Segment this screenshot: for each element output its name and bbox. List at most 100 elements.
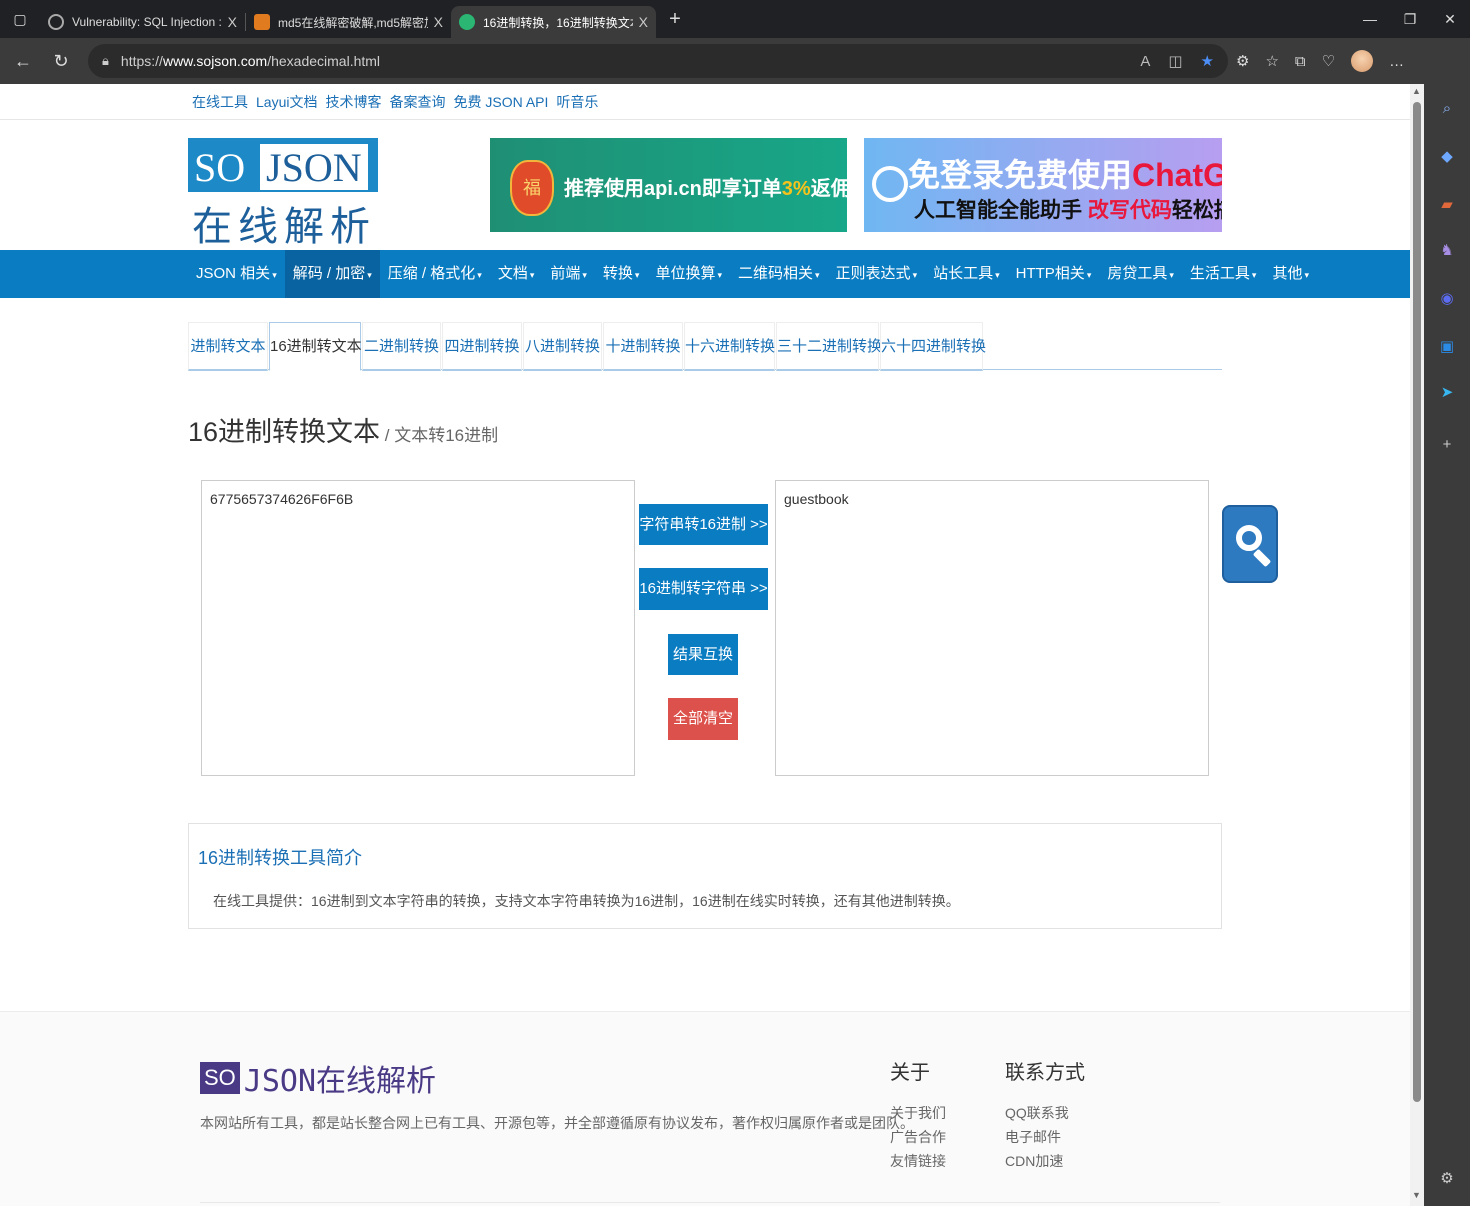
tab-base4[interactable]: 四进制转换 <box>442 322 522 371</box>
conversion-tabs: 进制转文本 16进制转文本 二进制转换 四进制转换 八进制转换 十进制转换 十六… <box>188 322 1222 371</box>
page-subtitle: / 文本转16进制 <box>380 426 499 445</box>
cmd5-icon <box>254 14 270 30</box>
string-to-hex-button[interactable]: 字符串转16进制 >> <box>639 504 768 545</box>
address-bar[interactable]: 🔒︎ https://www.sojson.com/hexadecimal.ht… <box>88 44 1228 78</box>
toplink[interactable]: 技术博客 <box>325 92 381 112</box>
tag-icon[interactable]: ◆ <box>1437 146 1457 166</box>
copilot-icon[interactable]: ◉ <box>1437 288 1457 308</box>
tab-hex-to-text[interactable]: 16进制转文本 <box>269 322 362 371</box>
tab-decimal[interactable]: 十进制转换 <box>603 322 683 371</box>
restore-icon[interactable]: ❐ <box>1390 0 1430 38</box>
favorites-icon[interactable]: ☆ <box>1265 52 1278 70</box>
scroll-down-arrow-icon[interactable]: ▼ <box>1412 1190 1421 1200</box>
window-close-icon[interactable]: ✕ <box>1430 0 1470 38</box>
tab-title: Vulnerability: SQL Injection :: Dan <box>72 15 222 29</box>
performance-icon[interactable]: ♡ <box>1322 52 1335 70</box>
clear-all-button[interactable]: 全部清空 <box>668 698 738 740</box>
footer-link[interactable]: 电子邮件 <box>1005 1125 1085 1149</box>
tab-actions-icon[interactable]: ▢ <box>0 0 40 38</box>
tab-hexadecimal[interactable]: 十六进制转换 <box>684 322 775 371</box>
scroll-thumb[interactable] <box>1413 102 1421 1102</box>
nav-item[interactable]: 单位换算 ▾ <box>647 250 730 298</box>
settings-gear-icon[interactable]: ⚙ <box>1437 1168 1457 1188</box>
ad-line2-b: 改写代码 <box>1087 199 1172 222</box>
nav-label: 压缩 / 格式化 <box>387 265 476 282</box>
back-arrow-icon[interactable]: ← <box>4 42 42 80</box>
close-icon[interactable]: X <box>434 14 443 30</box>
top-links: 在线工具 Layui文档 技术博客 备案查询 免费 JSON API 听音乐 <box>192 92 598 112</box>
nav-item[interactable]: 文档 ▾ <box>490 250 543 298</box>
close-icon[interactable]: X <box>228 14 237 30</box>
nav-item[interactable]: JSON 相关 ▾ <box>188 250 285 298</box>
nav-item[interactable]: 前端 ▾ <box>542 250 595 298</box>
favorite-star-icon[interactable]: ★ <box>1201 52 1214 70</box>
nav-item[interactable]: 二维码相关 ▾ <box>730 250 828 298</box>
toplink[interactable]: 免费 JSON API <box>453 92 548 112</box>
search-icon[interactable]: ⌕ <box>1437 98 1457 118</box>
hex-to-string-button[interactable]: 16进制转字符串 >> <box>639 568 768 610</box>
nav-label: 前端 <box>550 265 581 282</box>
games-icon[interactable]: ♞ <box>1437 240 1457 260</box>
url-text[interactable]: https://www.sojson.com/hexadecimal.html <box>121 53 380 69</box>
tab-binary[interactable]: 二进制转换 <box>362 322 441 371</box>
refresh-icon[interactable]: ↻ <box>42 42 80 80</box>
scroll-up-arrow-icon[interactable]: ▲ <box>1412 86 1421 96</box>
text-output[interactable]: guestbook <box>775 480 1209 776</box>
add-icon[interactable]: + <box>1437 434 1457 454</box>
close-icon[interactable]: X <box>639 14 648 30</box>
new-tab-button[interactable]: + <box>660 8 690 31</box>
ad-line1-a: 免登录免费使用 <box>908 157 1133 193</box>
split-screen-icon[interactable]: ◫ <box>1168 52 1182 70</box>
site-logo[interactable]: SO JSON 在线解析 <box>188 138 378 250</box>
ad-banner-api[interactable]: 福 推荐使用api.cn即享订单3%返佣 <box>490 138 847 232</box>
caret-down-icon: ▾ <box>912 270 918 280</box>
nav-item[interactable]: 解码 / 加密 ▾ <box>284 250 380 298</box>
outlook-icon[interactable]: ▣ <box>1437 336 1457 356</box>
footer-link[interactable]: 关于我们 <box>890 1101 946 1125</box>
nav-item[interactable]: 站长工具 ▾ <box>925 250 1008 298</box>
nav-item[interactable]: 正则表达式 ▾ <box>828 250 926 298</box>
search-icon[interactable] <box>1222 505 1278 583</box>
swap-results-button[interactable]: 结果互换 <box>668 634 738 675</box>
minimize-icon[interactable]: — <box>1350 0 1390 38</box>
hex-input[interactable]: 6775657374626F6F6B <box>201 480 635 776</box>
footer-link[interactable]: 友情链接 <box>890 1149 946 1173</box>
read-aloud-icon[interactable]: A <box>1140 53 1150 70</box>
ad-line2-c: 轻松搞定 <box>1171 199 1222 222</box>
nav-item[interactable]: 房贷工具 ▾ <box>1099 250 1182 298</box>
more-menu-icon[interactable]: … <box>1389 53 1404 70</box>
footer-contact: 联系方式 QQ联系我 电子邮件 CDN加速 <box>1005 1056 1085 1173</box>
toplink[interactable]: 在线工具 <box>192 92 248 112</box>
tab-base64[interactable]: 六十四进制转换 <box>880 322 986 371</box>
toplink[interactable]: 听音乐 <box>556 92 598 112</box>
nav-item[interactable]: 其他 ▾ <box>1264 250 1317 298</box>
nav-item[interactable]: 生活工具 ▾ <box>1182 250 1265 298</box>
tab-dvwa[interactable]: Vulnerability: SQL Injection :: Dan X <box>40 6 245 38</box>
nav-item[interactable]: 转换 ▾ <box>595 250 648 298</box>
footer-link[interactable]: CDN加速 <box>1005 1149 1085 1173</box>
footer-link[interactable]: QQ联系我 <box>1005 1101 1085 1125</box>
main-nav: JSON 相关 ▾ 解码 / 加密 ▾ 压缩 / 格式化 ▾ 文档 ▾ 前端 ▾ 转换 ▾ … <box>0 250 1410 298</box>
footer-logo[interactable]: SO JSON在线解析 <box>200 1059 436 1099</box>
ad-banner-chatgpt[interactable]: 免登录免费使用ChatGPT 人工智能全能助手 改写代码轻松搞定 <box>864 138 1222 232</box>
tools-briefcase-icon[interactable]: ▰ <box>1437 194 1457 214</box>
toplink[interactable]: Layui文档 <box>256 92 317 112</box>
nav-item[interactable]: 压缩 / 格式化 ▾ <box>380 250 490 298</box>
page-title: 16进制转换文本 / 文本转16进制 <box>188 410 498 449</box>
footer-divider <box>200 1202 1220 1203</box>
divider <box>0 119 1410 120</box>
page-scrollbar[interactable]: ▲ ▼ <box>1410 84 1424 1206</box>
extensions-icon[interactable]: ⚙ <box>1236 52 1249 70</box>
nav-item[interactable]: HTTP相关 ▾ <box>1008 250 1100 298</box>
tab-base32[interactable]: 三十二进制转换 <box>776 322 882 371</box>
tab-cmd5[interactable]: md5在线解密破解,md5解密加密 X <box>246 6 451 38</box>
footer-link[interactable]: 广告合作 <box>890 1125 946 1149</box>
collections-icon[interactable]: ⧉ <box>1295 53 1306 70</box>
avatar[interactable] <box>1351 50 1374 72</box>
toplink[interactable]: 备案查询 <box>389 92 445 112</box>
tab-sojson[interactable]: 16进制转换，16进制转换文本字 X <box>451 6 656 38</box>
send-icon[interactable]: ➤ <box>1437 382 1457 402</box>
lock-icon[interactable]: 🔒︎ <box>102 53 109 69</box>
tab-octal[interactable]: 八进制转换 <box>523 322 602 371</box>
tab-base-to-text[interactable]: 进制转文本 <box>188 322 268 371</box>
